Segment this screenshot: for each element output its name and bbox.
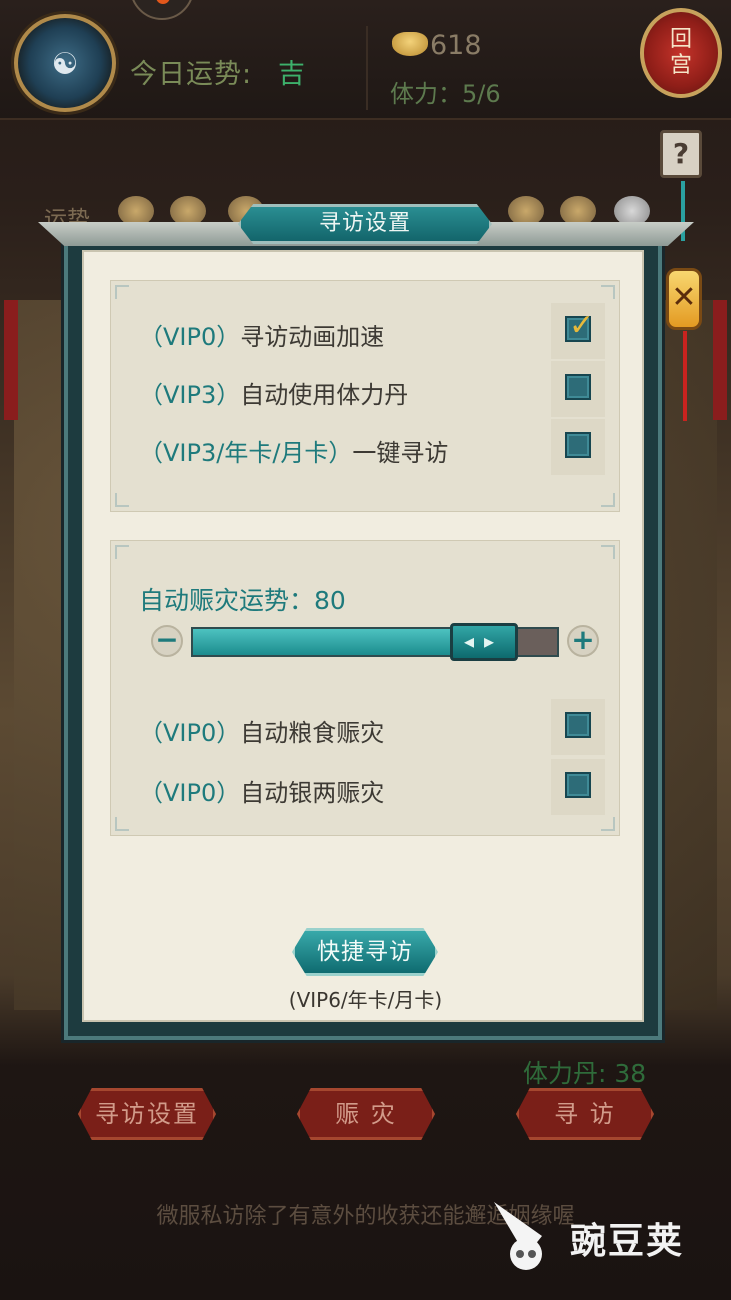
option-row-auto-grain-relief[interactable]: （VIP0）自动粮食赈灾 (139, 699, 605, 755)
quick-visit-button[interactable]: 快捷寻访 (292, 928, 438, 976)
return-label-line1: 回 (669, 26, 692, 52)
checkbox-auto-silver-relief[interactable] (565, 772, 591, 798)
left-curtain (4, 300, 18, 420)
slider-fill (193, 629, 484, 655)
options-panel: （VIP0）寻访动画加速 ✓ （VIP3）自动使用体力丹 （VIP3/年卡/月卡… (110, 280, 620, 512)
question-icon: ? (672, 137, 690, 170)
slider-track[interactable]: ◂▸ (191, 623, 559, 661)
return-palace-button[interactable]: 回 宫 (640, 8, 722, 98)
option-text: 一键寻访 (352, 439, 449, 467)
option-row-auto-stamina[interactable]: （VIP3）自动使用体力丹 (139, 361, 605, 417)
help-lantern-button[interactable]: ? (660, 130, 702, 241)
panel-corner (115, 493, 129, 507)
panel-corner (601, 545, 615, 559)
clover-icon (614, 196, 650, 226)
option-text: 自动粮食赈灾 (240, 719, 385, 747)
quick-visit-requirement: (VIP6/年卡/月卡) (288, 988, 443, 1012)
visit-settings-button[interactable]: 寻访设置 (78, 1088, 216, 1140)
relief-panel: 自动赈灾运势：80 − ◂▸ + （VIP0）自动粮食赈灾 （VIP0）自动银两… (110, 540, 620, 836)
luck-value: 吉 (278, 59, 305, 90)
option-text: 自动银两赈灾 (240, 779, 385, 807)
option-row-one-click-visit[interactable]: （VIP3/年卡/月卡）一键寻访 (139, 419, 605, 475)
panel-corner (115, 817, 129, 831)
close-lantern-button[interactable]: ✕ (666, 268, 702, 421)
vip-tag: （VIP0） (139, 323, 241, 351)
clover-icon (170, 196, 206, 226)
watermark-logo: 豌豆荚 (486, 1192, 706, 1276)
panel-corner (115, 285, 129, 299)
option-label: （VIP0）自动银两赈灾 (139, 773, 384, 808)
checkbox-auto-grain-relief[interactable] (565, 712, 591, 738)
watermark-text: 豌豆荚 (570, 1221, 685, 1262)
close-tassel (683, 331, 687, 421)
checkbox-animation-speed[interactable]: ✓ (565, 308, 594, 343)
option-text: 自动使用体力丹 (240, 381, 409, 409)
stamina-label: 体力： (390, 80, 462, 108)
option-label: （VIP0）寻访动画加速 (139, 317, 384, 352)
return-label-line2: 宫 (669, 53, 692, 78)
luck-label: 今日运势: (130, 59, 253, 90)
vip-tag: （VIP0） (139, 779, 241, 807)
vip-tag: （VIP0） (139, 719, 241, 747)
stamina-pill-count: 体力丹: 38 (523, 1059, 647, 1088)
top-hud: ☯ 今日运势: 吉 618 体力：5/6 (0, 0, 731, 120)
checkbox-auto-stamina[interactable] (565, 374, 591, 400)
panel-corner (601, 817, 615, 831)
option-row-animation-speed[interactable]: （VIP0）寻访动画加速 ✓ (139, 303, 605, 359)
watermark-bean-icon (494, 1202, 542, 1270)
slider-plus-button[interactable]: + (567, 625, 599, 657)
option-label: （VIP0）自动粮食赈灾 (139, 713, 384, 748)
panel-corner (115, 545, 129, 559)
clover-icon (118, 196, 154, 226)
vip-tag: （VIP3） (139, 381, 241, 409)
visit-button[interactable]: 寻 访 (516, 1088, 654, 1140)
bagua-fortune-icon[interactable]: ☯ (14, 14, 116, 112)
checkmark-icon: ✓ (569, 308, 595, 343)
relief-luck-slider[interactable]: − ◂▸ + (151, 623, 603, 661)
vip-tag: （VIP3/年卡/月卡） (139, 439, 353, 467)
silver-ingot-icon (392, 32, 428, 56)
option-row-auto-silver-relief[interactable]: （VIP0）自动银两赈灾 (139, 759, 605, 815)
checkbox-one-click-visit[interactable] (565, 432, 591, 458)
modal-title: 寻访设置 (238, 204, 492, 244)
hud-divider (366, 26, 368, 110)
panel-corner (601, 285, 615, 299)
stamina-display: 体力：5/6 (390, 74, 501, 109)
silver-count: 618 (430, 30, 482, 61)
option-text: 寻访动画加速 (240, 323, 385, 351)
option-label: （VIP3/年卡/月卡）一键寻访 (139, 433, 448, 468)
right-curtain (713, 300, 727, 420)
slider-minus-button[interactable]: − (151, 625, 183, 657)
clover-icon (560, 196, 596, 226)
close-icon: ✕ (671, 280, 697, 315)
disaster-relief-button[interactable]: 赈 灾 (297, 1088, 435, 1140)
panel-corner (601, 493, 615, 507)
top-orb-icon (130, 0, 194, 20)
yin-yang-icon: ☯ (51, 47, 79, 82)
option-label: （VIP3）自动使用体力丹 (139, 375, 408, 410)
clover-icon (508, 196, 544, 226)
stamina-value: 5/6 (462, 80, 501, 108)
slider-thumb[interactable]: ◂▸ (450, 623, 518, 661)
relief-luck-label: 自动赈灾运势：80 (139, 586, 346, 615)
